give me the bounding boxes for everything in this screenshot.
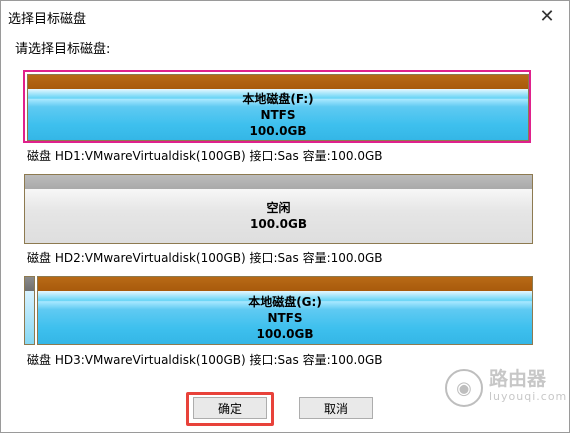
disk1-info: 磁盘 HD1:VMwareVirtualdisk(100GB) 接口:Sas 容… <box>27 149 383 163</box>
watermark: ◉ 路由器 luyouqi.com <box>445 369 567 407</box>
prompt-label: 请选择目标磁盘: <box>15 42 111 57</box>
disk3-partition-g[interactable]: 本地磁盘(G:) NTFS 100.0GB <box>37 276 533 345</box>
disk1-partition-f[interactable]: 本地磁盘(F:) NTFS 100.0GB <box>27 74 529 141</box>
partition-header-strip <box>25 277 34 291</box>
disk3-info: 磁盘 HD3:VMwareVirtualdisk(100GB) 接口:Sas 容… <box>27 353 383 367</box>
partition-name: 本地磁盘(F:) <box>242 91 314 106</box>
disk2-free-space[interactable]: 空闲 100.0GB <box>24 174 533 244</box>
close-icon[interactable]: ✕ <box>525 1 569 31</box>
window-title: 选择目标磁盘 <box>8 12 87 27</box>
partition-fs: NTFS <box>260 107 296 122</box>
partition-fs: NTFS <box>267 310 303 325</box>
partition-header-strip <box>25 175 532 189</box>
disk3-small-partition[interactable] <box>24 276 35 345</box>
cancel-button[interactable]: 取消 <box>299 397 373 419</box>
disk2-info: 磁盘 HD2:VMwareVirtualdisk(100GB) 接口:Sas 容… <box>27 251 383 265</box>
partition-size: 100.0GB <box>256 326 314 341</box>
ok-button[interactable]: 确定 <box>193 397 267 419</box>
partition-name: 本地磁盘(G:) <box>248 294 322 309</box>
partition-header-strip <box>38 277 532 291</box>
title-bar: 选择目标磁盘 ✕ <box>1 1 569 31</box>
dialog-window: 选择目标磁盘 ✕ 请选择目标磁盘: 本地磁盘(F:) NTFS 100.0GB … <box>0 0 570 433</box>
router-logo-icon: ◉ <box>445 369 483 407</box>
watermark-main: 路由器 <box>489 368 547 390</box>
watermark-sub: luyouqi.com <box>489 390 568 403</box>
partition-header-strip <box>28 75 528 89</box>
partition-size: 100.0GB <box>250 217 307 231</box>
partition-name: 空闲 <box>266 201 291 215</box>
partition-size: 100.0GB <box>249 123 307 138</box>
